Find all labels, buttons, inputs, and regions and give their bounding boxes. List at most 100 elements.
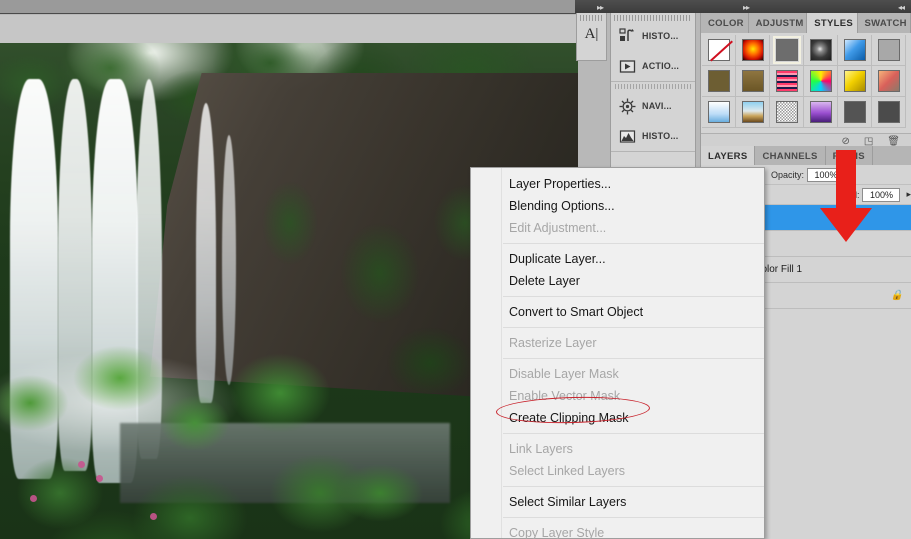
style-swatch-cell[interactable] xyxy=(770,66,804,97)
style-swatch-cell[interactable] xyxy=(702,66,736,97)
context-menu-separator xyxy=(503,517,764,518)
options-bar xyxy=(0,15,600,43)
tab-layers[interactable]: LAYERS xyxy=(701,146,756,165)
style-swatch-cell[interactable] xyxy=(770,35,804,66)
style-swatch-cell[interactable] xyxy=(838,97,872,128)
chevron-double-left-icon[interactable]: ◂◂ xyxy=(898,3,905,12)
panel-drag-dots[interactable] xyxy=(580,15,603,21)
context-menu-item: Copy Layer Style xyxy=(509,526,605,539)
none-style[interactable] xyxy=(707,39,733,62)
tab-color[interactable]: COLOR xyxy=(701,13,749,33)
styles-panel: COLOR ADJUSTM STYLES SWATCH ⊘ ◳ 🗑 xyxy=(700,13,911,149)
light-blue-style[interactable] xyxy=(707,101,730,123)
character-panel-rail[interactable]: A| xyxy=(576,13,607,61)
blue-sky-style[interactable] xyxy=(843,39,866,61)
scene-flower xyxy=(30,495,37,502)
context-menu-item[interactable]: Delete Layer xyxy=(503,270,764,292)
sunset-gradient-style[interactable] xyxy=(877,70,900,92)
style-swatch-cell[interactable] xyxy=(736,66,770,97)
style-swatch-cell[interactable] xyxy=(804,35,838,66)
panel-group-history-actions: HISTO... ACTIO... xyxy=(611,21,695,82)
opacity-label: Opacity: xyxy=(771,169,805,180)
panel-label-history: HISTO... xyxy=(642,31,679,41)
panel-group-navigator-histogram: NAVI... HISTO... xyxy=(611,91,695,152)
charcoal-style[interactable] xyxy=(877,101,900,123)
layer-locked-icon: 🔒 xyxy=(890,290,903,301)
noise-texture-style[interactable] xyxy=(775,101,798,123)
style-swatch-cell[interactable] xyxy=(872,97,906,128)
character-panel-icon[interactable]: A| xyxy=(577,26,606,43)
scene-flower xyxy=(150,513,157,520)
context-menu-item[interactable]: Layer Properties... xyxy=(503,173,764,195)
panel-button-navigator[interactable]: NAVI... xyxy=(611,91,695,121)
purple-violet-style[interactable] xyxy=(809,101,832,123)
context-menu-item: Disable Layer Mask xyxy=(509,367,619,381)
style-swatch-cell[interactable] xyxy=(804,66,838,97)
style-swatch-cell[interactable] xyxy=(838,35,872,66)
red-glow-style[interactable] xyxy=(741,39,764,61)
context-menu-item[interactable]: Blending Options... xyxy=(503,195,764,217)
chevron-double-right-icon[interactable]: ▸▸ xyxy=(743,3,750,12)
context-menu-item[interactable]: Convert to Smart Object xyxy=(503,301,764,323)
tab-swatches[interactable]: SWATCH xyxy=(857,13,911,33)
context-menu-separator xyxy=(503,243,764,244)
pink-stripes-style[interactable] xyxy=(775,70,798,92)
document-title-bar xyxy=(0,0,600,14)
beach-scene-style[interactable] xyxy=(741,101,764,123)
context-menu-item[interactable]: Select Similar Layers xyxy=(503,491,764,513)
panel-button-history[interactable]: HISTO... xyxy=(611,21,695,51)
fill-label: Fill: xyxy=(845,189,860,200)
context-menu-item: Edit Adjustment... xyxy=(509,221,607,235)
fill-slider-arrow[interactable]: ▸ xyxy=(906,189,911,200)
histogram-icon xyxy=(616,126,638,146)
style-swatch-cell[interactable] xyxy=(838,66,872,97)
dark-gray-style[interactable] xyxy=(843,101,866,123)
olive-brown-style[interactable] xyxy=(707,70,730,92)
style-swatch-cell[interactable] xyxy=(702,97,736,128)
context-menu-item: Rasterize Layer xyxy=(509,336,597,350)
dark-spiral-style[interactable] xyxy=(809,39,832,61)
opacity-input[interactable]: 100% xyxy=(807,167,846,182)
gray-bevel-style[interactable] xyxy=(772,36,801,64)
tab-adjustments[interactable]: ADJUSTM xyxy=(748,13,808,33)
rainbow-noise-style[interactable] xyxy=(809,70,832,92)
navigator-compass-icon xyxy=(616,96,638,116)
context-menu-separator xyxy=(503,433,764,434)
panel-label-actions: ACTIO... xyxy=(642,61,680,71)
context-menu-item[interactable]: Create Clipping Mask xyxy=(503,407,764,429)
opacity-slider-arrow[interactable]: ▸ xyxy=(851,169,856,180)
style-swatch-cell[interactable] xyxy=(736,35,770,66)
tan-gradient-style[interactable] xyxy=(741,70,764,92)
panel-label-histogram: HISTO... xyxy=(642,131,679,141)
style-swatch-cell[interactable] xyxy=(770,97,804,128)
style-swatch-cell[interactable] xyxy=(702,35,736,66)
style-swatch-cell[interactable] xyxy=(872,35,906,66)
flat-gray-style[interactable] xyxy=(877,39,900,61)
dock-collapse-bar[interactable]: ▸▸ ▸▸ ◂◂ xyxy=(575,0,911,13)
tab-styles[interactable]: STYLES xyxy=(807,13,858,33)
scene-bush-foreground xyxy=(0,343,410,539)
chevron-double-right-icon[interactable]: ▸▸ xyxy=(597,3,604,12)
tab-channels[interactable]: CHANNELS xyxy=(755,146,826,165)
actions-play-icon xyxy=(616,56,638,76)
styles-swatch-grid xyxy=(701,33,911,128)
yellow-gold-style[interactable] xyxy=(843,70,866,92)
style-swatch-cell[interactable] xyxy=(872,66,906,97)
no-style-slash-icon xyxy=(709,40,733,62)
style-swatch-cell[interactable] xyxy=(736,97,770,128)
context-menu-separator xyxy=(503,327,764,328)
collapsed-panel-rail: HISTO... ACTIO... NAVI... HISTO... xyxy=(610,13,696,173)
panel-button-actions[interactable]: ACTIO... xyxy=(611,51,695,81)
context-menu-items: Layer Properties... Blending Options... Ed… xyxy=(503,168,764,539)
history-icon xyxy=(616,26,638,46)
style-swatch-cell[interactable] xyxy=(804,97,838,128)
fill-input[interactable]: 100% xyxy=(862,187,901,202)
context-menu-gutter xyxy=(471,168,502,538)
layers-panel-tabs: LAYERS CHANNELS PATHS xyxy=(701,146,911,165)
context-menu-separator xyxy=(503,486,764,487)
panel-group-divider xyxy=(615,84,691,89)
tab-paths[interactable]: PATHS xyxy=(825,146,873,165)
panel-button-histogram[interactable]: HISTO... xyxy=(611,121,695,151)
panel-label-navigator: NAVI... xyxy=(642,101,672,111)
context-menu-item[interactable]: Duplicate Layer... xyxy=(503,248,764,270)
